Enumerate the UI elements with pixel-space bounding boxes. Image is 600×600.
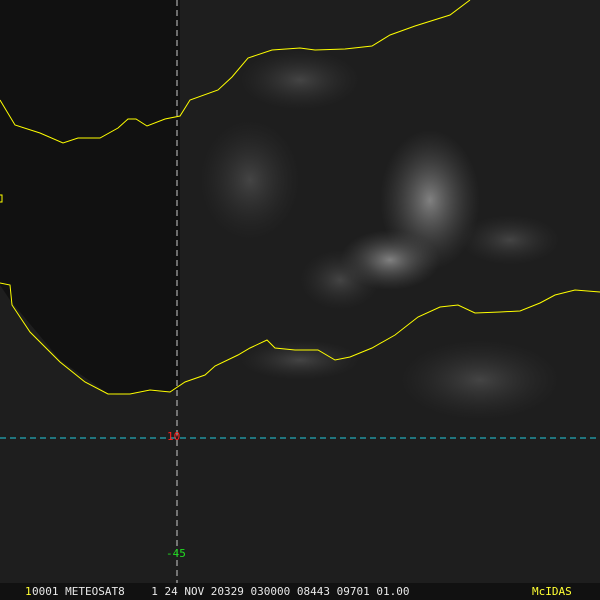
longitude-label: -45 (166, 547, 186, 560)
satellite-image-view[interactable]: 10 -45 1 0001 METEOSAT8 1 24 NOV 20329 03… (0, 0, 600, 600)
image-info-bar: 1 0001 METEOSAT8 1 24 NOV 20329 030000 08… (0, 583, 600, 600)
frame-number: 1 (25, 585, 32, 598)
latitude-label: 10 (167, 430, 181, 443)
satellite-imagery (0, 0, 600, 583)
mcidas-logo: McIDAS (532, 585, 572, 598)
image-metadata: 0001 METEOSAT8 1 24 NOV 20329 030000 084… (32, 585, 410, 598)
